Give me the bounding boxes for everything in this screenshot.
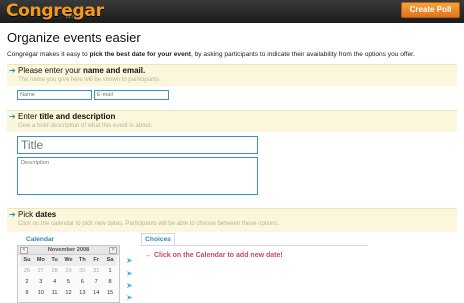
- choices-empty-message: ← Click on the Calendar to add new date!: [145, 252, 283, 259]
- section-title-pre: Please enter your: [18, 66, 83, 75]
- section-title-pre: Enter: [18, 112, 40, 121]
- weekday-label: Fr: [89, 255, 104, 266]
- right-arrow-icon: ➔: [9, 112, 16, 121]
- calendar-day[interactable]: 7: [89, 277, 103, 288]
- section-title: Enter title and description: [18, 112, 115, 121]
- intro-text: Congregar makes it easy to pick the best…: [7, 51, 415, 58]
- intro-post: , by asking participants to indicate the…: [190, 51, 415, 58]
- right-arrow-icon[interactable]: ➤: [126, 294, 133, 302]
- calendar-day[interactable]: 14: [89, 288, 103, 299]
- section-subtitle: The name you give here will be shown to …: [18, 77, 161, 83]
- calendar-month-label: November 2008: [47, 247, 90, 253]
- left-arrow-icon: ←: [145, 252, 152, 259]
- calendar-day[interactable]: 5: [62, 277, 76, 288]
- calendar-header: < November 2008 >: [18, 246, 119, 255]
- section-title-bold: dates: [35, 210, 57, 219]
- page-title: Organize events easier: [7, 30, 141, 45]
- beta-label: BETA: [66, 14, 77, 19]
- top-bar: Congregar BETA Create Poll: [0, 0, 464, 23]
- calendar-day[interactable]: 8: [103, 277, 117, 288]
- calendar-day[interactable]: 9: [20, 288, 34, 299]
- add-date-arrows: ➤ ➤ ➤ ➤: [121, 245, 137, 303]
- weekday-label: Su: [20, 255, 34, 266]
- section-title-bold: title and description: [39, 112, 116, 121]
- weekday-label: Th: [75, 255, 90, 266]
- right-arrow-icon[interactable]: ➤: [126, 257, 133, 265]
- calendar-day[interactable]: 10: [34, 288, 48, 299]
- name-email-section: ➔ Please enter your name and email. The …: [7, 64, 457, 86]
- intro-bold: pick the best date for your event: [89, 51, 191, 58]
- dates-section: ➔ Pick dates Click on the calendar to pi…: [7, 208, 457, 232]
- calendar-day[interactable]: 3: [34, 277, 48, 288]
- section-title-bold: name and email.: [82, 66, 146, 75]
- calendar-tab[interactable]: Calendar: [26, 236, 54, 243]
- create-poll-button[interactable]: Create Poll: [401, 2, 460, 18]
- right-arrow-icon: ➔: [9, 66, 16, 75]
- calendar-day[interactable]: 4: [48, 277, 62, 288]
- calendar-day[interactable]: 27: [34, 266, 48, 277]
- logo[interactable]: Congregar: [6, 1, 104, 21]
- choices-message-text: Click on the Calendar to add new date!: [153, 252, 283, 259]
- section-title: Please enter your name and email.: [18, 66, 145, 75]
- name-input[interactable]: [17, 90, 92, 100]
- weekday-label: Tu: [47, 255, 62, 266]
- calendar: < November 2008 > Su Mo Tu We Th Fr Sa 2…: [17, 245, 120, 303]
- section-title-pre: Pick: [18, 210, 36, 219]
- right-arrow-icon[interactable]: ➤: [126, 270, 133, 278]
- weekday-label: Mo: [33, 255, 48, 266]
- calendar-day[interactable]: 11: [48, 288, 62, 299]
- calendar-day[interactable]: 6: [75, 277, 89, 288]
- calendar-day[interactable]: 26: [20, 266, 34, 277]
- calendar-grid: Su Mo Tu We Th Fr Sa 26 27 28 29 30 31 1…: [18, 255, 119, 299]
- calendar-day[interactable]: 31: [89, 266, 103, 277]
- right-arrow-icon: ➔: [9, 210, 16, 219]
- calendar-day[interactable]: 13: [75, 288, 89, 299]
- calendar-day[interactable]: 29: [62, 266, 76, 277]
- title-description-section: ➔ Enter title and description Give a bri…: [7, 110, 457, 132]
- section-subtitle: Give a brief description of what this ev…: [18, 123, 153, 129]
- next-month-button[interactable]: >: [109, 247, 117, 254]
- description-textarea[interactable]: [17, 157, 258, 195]
- calendar-day[interactable]: 28: [48, 266, 62, 277]
- calendar-day[interactable]: 15: [103, 288, 117, 299]
- weekday-label: We: [61, 255, 76, 266]
- title-input[interactable]: [17, 136, 258, 154]
- weekday-label: Sa: [103, 255, 117, 266]
- calendar-day[interactable]: 30: [75, 266, 89, 277]
- calendar-day[interactable]: 1: [103, 266, 117, 277]
- section-title: Pick dates: [18, 210, 56, 219]
- calendar-day[interactable]: 2: [20, 277, 34, 288]
- section-subtitle: Click on the calendar to pick new dates.…: [18, 221, 280, 227]
- intro-pre: Congregar makes it easy to: [7, 51, 90, 58]
- right-arrow-icon[interactable]: ➤: [126, 282, 133, 290]
- calendar-day[interactable]: 12: [62, 288, 76, 299]
- email-input[interactable]: [94, 90, 169, 100]
